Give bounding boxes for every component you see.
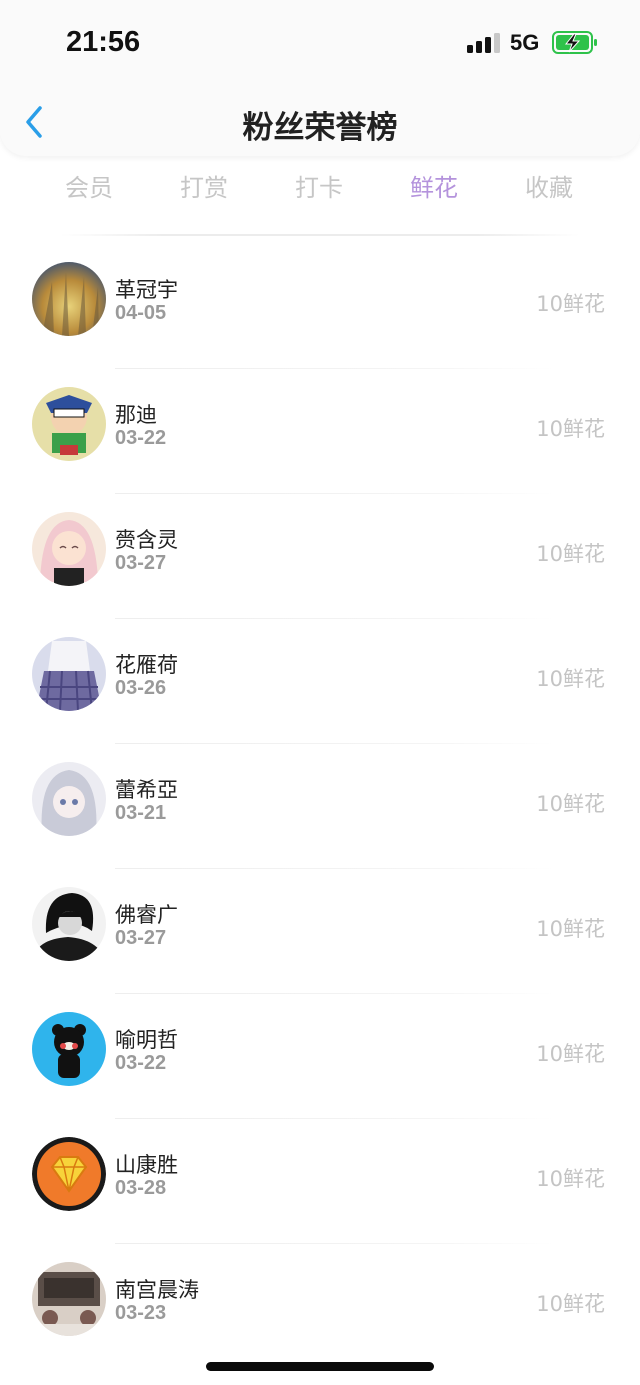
list-item[interactable]: 蕾希亞 03-21 10鲜花 xyxy=(0,744,640,869)
flower-count: 10鲜花 xyxy=(536,1292,605,1316)
tab-membership[interactable]: 会员 xyxy=(49,168,129,203)
battery-charging-icon xyxy=(552,31,597,54)
flower-count: 10鲜花 xyxy=(536,667,605,691)
flower-count: 10鲜花 xyxy=(536,292,605,316)
tab-bar: 会员 打赏 打卡 鲜花 收藏 xyxy=(0,168,640,212)
tabs-divider xyxy=(60,234,580,236)
flower-count: 10鲜花 xyxy=(536,917,605,941)
fan-name: 花雁荷 xyxy=(115,653,178,677)
flower-count: 10鲜花 xyxy=(536,542,605,566)
fan-date: 04-05 xyxy=(115,302,167,324)
fan-name: 山康胜 xyxy=(115,1153,178,1177)
avatar xyxy=(32,637,106,711)
fan-date: 03-27 xyxy=(115,552,167,574)
fan-name: 革冠宇 xyxy=(115,278,178,302)
flower-count: 10鲜花 xyxy=(536,1042,605,1066)
fan-name: 赍含灵 xyxy=(115,528,178,552)
avatar xyxy=(32,262,106,336)
flower-count: 10鲜花 xyxy=(536,792,605,816)
page-title: 粉丝荣誉榜 xyxy=(242,110,398,146)
navigation-bar: 粉丝荣誉榜 xyxy=(0,86,640,156)
avatar xyxy=(32,512,106,586)
home-indicator[interactable] xyxy=(206,1362,434,1371)
avatar xyxy=(32,387,106,461)
list-item[interactable]: 革冠宇 04-05 10鲜花 xyxy=(0,244,640,369)
list-item[interactable]: 佛睿广 03-27 10鲜花 xyxy=(0,869,640,994)
cellular-signal-icon xyxy=(467,33,501,53)
list-item[interactable]: 花雁荷 03-26 10鲜花 xyxy=(0,619,640,744)
avatar xyxy=(32,762,106,836)
avatar xyxy=(32,887,106,961)
fan-date: 03-28 xyxy=(115,1177,167,1199)
list-item[interactable]: 山康胜 03-28 10鲜花 xyxy=(0,1119,640,1244)
fan-date: 03-27 xyxy=(115,927,167,949)
fan-date: 03-23 xyxy=(115,1302,167,1324)
fan-name: 南宫晨涛 xyxy=(115,1278,199,1302)
list-item[interactable]: 那迪 03-22 10鲜花 xyxy=(0,369,640,494)
network-type: 5G xyxy=(510,30,540,55)
fan-date: 03-26 xyxy=(115,677,167,699)
list-item[interactable]: 喻明哲 03-22 10鲜花 xyxy=(0,994,640,1119)
avatar xyxy=(32,1012,106,1086)
tab-favorites[interactable]: 收藏 xyxy=(509,168,589,203)
tab-flowers[interactable]: 鲜花 xyxy=(394,168,474,203)
fan-date: 03-21 xyxy=(115,802,167,824)
status-bar: 21:56 5G xyxy=(0,0,640,86)
tab-tipping[interactable]: 打赏 xyxy=(164,168,244,203)
avatar xyxy=(32,1137,106,1211)
fan-date: 03-22 xyxy=(115,427,167,449)
fan-date: 03-22 xyxy=(115,1052,167,1074)
list-item[interactable]: 南宫晨涛 03-23 10鲜花 xyxy=(0,1244,640,1369)
fan-name: 佛睿广 xyxy=(115,903,178,927)
fan-name: 喻明哲 xyxy=(115,1028,178,1052)
list-item[interactable]: 赍含灵 03-27 10鲜花 xyxy=(0,494,640,619)
fan-list: 革冠宇 04-05 10鲜花 那迪 03-22 10鲜花 赍含灵 03-27 1… xyxy=(0,244,640,1369)
fan-name: 那迪 xyxy=(115,403,157,427)
status-time: 21:56 xyxy=(66,26,141,58)
header-panel: 21:56 5G 粉丝荣誉榜 xyxy=(0,0,640,156)
fan-name: 蕾希亞 xyxy=(115,778,178,802)
flower-count: 10鲜花 xyxy=(536,1167,605,1191)
tab-checkin[interactable]: 打卡 xyxy=(279,168,359,203)
flower-count: 10鲜花 xyxy=(536,417,605,441)
avatar xyxy=(32,1262,106,1336)
